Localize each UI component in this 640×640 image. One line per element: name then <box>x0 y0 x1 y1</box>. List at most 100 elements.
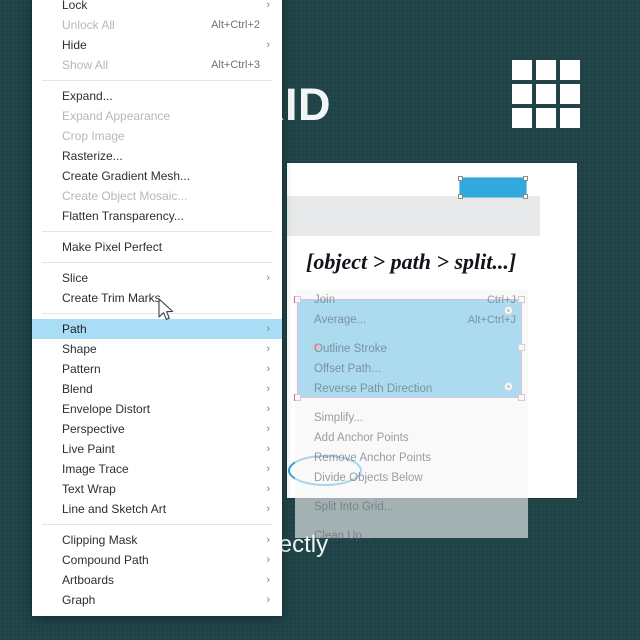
submenu-item-join[interactable]: Join Ctrl+J <box>295 290 528 310</box>
artboard-caption: [object > path > split...] <box>306 249 517 274</box>
submenu-item-label: Split Into Grid... <box>314 501 394 513</box>
menu-item-label: Text Wrap <box>62 482 116 496</box>
menu-item-create-object-mosaic[interactable]: Create Object Mosaic... <box>32 186 282 206</box>
menu-item-slice[interactable]: Slice › <box>32 268 282 288</box>
submenu-item-add-anchor-points[interactable]: Add Anchor Points <box>295 428 528 448</box>
menu-item-label: Hide <box>62 38 87 52</box>
submenu-item-label: Divide Objects Below <box>314 472 423 484</box>
menu-item-label: Create Object Mosaic... <box>62 189 188 203</box>
submenu-item-remove-anchor-points[interactable]: Remove Anchor Points <box>295 448 528 468</box>
menu-item-label: Clipping Mask <box>62 533 138 547</box>
menu-item-label: Shape <box>62 342 97 356</box>
menu-item-label: Compound Path <box>62 553 149 567</box>
chevron-right-icon: › <box>266 463 270 475</box>
artboard-blue-bar[interactable] <box>458 176 528 199</box>
handle-top-right[interactable] <box>523 176 528 181</box>
chevron-right-icon: › <box>266 323 270 335</box>
submenu-item-label: Outline Stroke <box>314 343 387 355</box>
menu-item-label: Perspective <box>62 422 125 436</box>
submenu-item-label: Simplify... <box>314 412 363 424</box>
submenu-item-label: Join <box>314 294 336 306</box>
object-context-menu[interactable]: Lock › Unlock All Alt+Ctrl+2 Hide › Show All Al… <box>32 0 282 616</box>
submenu-item-divide-objects-below[interactable]: Divide Objects Below <box>295 468 528 488</box>
menu-item-make-pixel-perfect[interactable]: Make Pixel Perfect <box>32 237 282 257</box>
menu-item-label: Flatten Transparency... <box>62 209 184 223</box>
submenu-separator <box>295 399 528 408</box>
menu-item-label: Lock <box>62 0 88 12</box>
menu-item-flatten-transparency[interactable]: Flatten Transparency... <box>32 206 282 226</box>
menu-item-shape[interactable]: Shape › <box>32 339 282 359</box>
submenu-item-reverse-path-direction[interactable]: Reverse Path Direction <box>295 379 528 399</box>
menu-item-label: Blend <box>62 382 93 396</box>
chevron-right-icon: › <box>266 272 270 284</box>
menu-item-label: Expand... <box>62 89 113 103</box>
submenu-item-shortcut: Alt+Ctrl+J <box>467 314 516 326</box>
handle-top-left[interactable] <box>458 176 463 181</box>
menu-item-label: Envelope Distort <box>62 402 151 416</box>
submenu-item-label: Clean Up... <box>314 530 372 542</box>
submenu-item-label: Average... <box>314 314 367 326</box>
chevron-right-icon: › <box>266 574 270 586</box>
menu-item-text-wrap[interactable]: Text Wrap › <box>32 479 282 499</box>
menu-item-pattern[interactable]: Pattern › <box>32 359 282 379</box>
menu-item-artboards[interactable]: Artboards › <box>32 570 282 590</box>
path-submenu[interactable]: Join Ctrl+J Average... Alt+Ctrl+J Outline St… <box>295 290 528 542</box>
menu-item-line-and-sketch-art[interactable]: Line and Sketch Art › <box>32 499 282 519</box>
menu-item-label: Live Paint <box>62 442 115 456</box>
menu-item-label: Path <box>62 322 87 336</box>
menu-item-label: Artboards <box>62 573 115 587</box>
menu-item-label: Expand Appearance <box>62 109 171 123</box>
submenu-item-label: Offset Path... <box>314 363 381 375</box>
menu-item-expand[interactable]: Expand... <box>32 86 282 106</box>
submenu-item-split-into-grid[interactable]: Split Into Grid... <box>295 497 528 517</box>
handle-bottom-right[interactable] <box>523 194 528 199</box>
menu-item-label: Show All <box>62 58 109 72</box>
chevron-right-icon: › <box>266 534 270 546</box>
submenu-item-shortcut: Ctrl+J <box>486 294 516 306</box>
handle-bottom-left[interactable] <box>458 194 463 199</box>
chevron-right-icon: › <box>266 363 270 375</box>
chevron-right-icon: › <box>266 343 270 355</box>
chevron-right-icon: › <box>266 594 270 606</box>
menu-item-label: Graph <box>62 593 96 607</box>
menu-item-perspective[interactable]: Perspective › <box>32 419 282 439</box>
menu-item-lock[interactable]: Lock › <box>32 0 282 15</box>
submenu-item-label: Remove Anchor Points <box>314 452 431 464</box>
menu-item-rasterize[interactable]: Rasterize... <box>32 146 282 166</box>
menu-item-image-trace[interactable]: Image Trace › <box>32 459 282 479</box>
menu-item-shortcut: Alt+Ctrl+2 <box>211 19 260 31</box>
submenu-item-label: Reverse Path Direction <box>314 383 433 395</box>
menu-item-blend[interactable]: Blend › <box>32 379 282 399</box>
submenu-item-simplify[interactable]: Simplify... <box>295 408 528 428</box>
chevron-right-icon: › <box>266 443 270 455</box>
menu-item-label: Pattern <box>62 362 101 376</box>
menu-item-clipping-mask[interactable]: Clipping Mask › <box>32 530 282 550</box>
submenu-item-clean-up[interactable]: Clean Up... <box>295 526 528 546</box>
menu-item-live-paint[interactable]: Live Paint › <box>32 439 282 459</box>
submenu-item-average[interactable]: Average... Alt+Ctrl+J <box>295 310 528 330</box>
submenu-item-offset-path[interactable]: Offset Path... <box>295 359 528 379</box>
menu-item-expand-appearance[interactable]: Expand Appearance <box>32 106 282 126</box>
menu-item-hide[interactable]: Hide › <box>32 35 282 55</box>
menu-item-compound-path[interactable]: Compound Path › <box>32 550 282 570</box>
submenu-separator <box>295 330 528 339</box>
menu-separator <box>42 231 272 232</box>
menu-separator <box>42 80 272 81</box>
menu-item-label: Unlock All <box>62 18 115 32</box>
menu-separator <box>42 313 272 314</box>
chevron-right-icon: › <box>266 0 270 11</box>
menu-item-create-trim-marks[interactable]: Create Trim Marks <box>32 288 282 308</box>
chevron-right-icon: › <box>266 383 270 395</box>
menu-item-crop-image[interactable]: Crop Image <box>32 126 282 146</box>
menu-item-path[interactable]: Path › <box>32 319 282 339</box>
menu-item-unlock-all[interactable]: Unlock All Alt+Ctrl+2 <box>32 15 282 35</box>
menu-item-create-gradient-mesh[interactable]: Create Gradient Mesh... <box>32 166 282 186</box>
menu-item-show-all[interactable]: Show All Alt+Ctrl+3 <box>32 55 282 75</box>
menu-separator <box>42 524 272 525</box>
artboard-toolbar <box>287 196 540 236</box>
chevron-right-icon: › <box>266 483 270 495</box>
menu-item-envelope-distort[interactable]: Envelope Distort › <box>32 399 282 419</box>
submenu-item-outline-stroke[interactable]: Outline Stroke <box>295 339 528 359</box>
menu-item-graph[interactable]: Graph › <box>32 590 282 610</box>
chevron-right-icon: › <box>266 503 270 515</box>
